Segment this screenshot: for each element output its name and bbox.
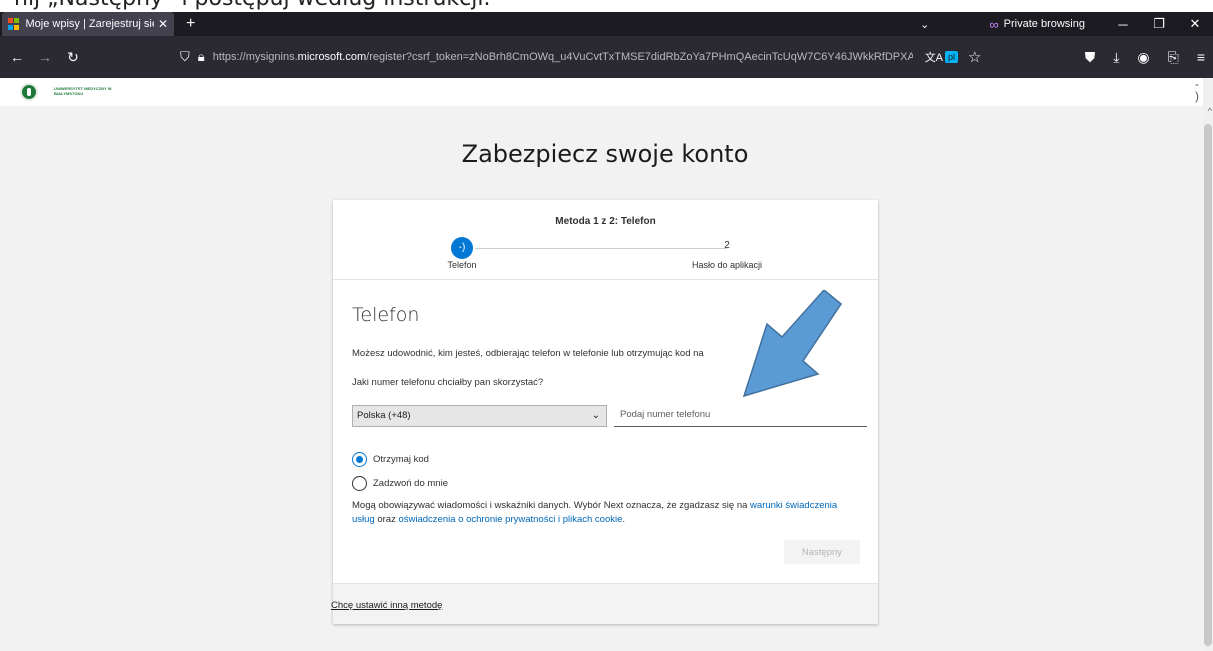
registration-card: Metoda 1 z 2: Telefon -) Telefon 2 Hasło…	[331, 200, 878, 624]
back-icon[interactable]: ←	[6, 49, 28, 65]
radio-button[interactable]	[352, 476, 367, 491]
private-label: Private browsing	[1003, 18, 1085, 30]
method-label: Metoda 1 z 2: Telefon	[555, 216, 656, 227]
radio-label: Zadzwoń do mnie	[373, 478, 448, 489]
restore-icon[interactable]: ❐	[1141, 16, 1177, 32]
side-glyph: -)	[1195, 77, 1199, 103]
card-footer: Chcę ustawić inną metodę	[331, 583, 878, 624]
browser-navbar: ← → ↻ ⛉ 🔒︎ https://mysignins.microsoft.c…	[0, 36, 1213, 78]
step-1-indicator: -)	[451, 237, 473, 259]
step-2-label: Hasło do aplikacji	[691, 260, 763, 270]
translate-icon[interactable]: 文A pl	[925, 49, 959, 65]
private-browsing-indicator: ∞ Private browsing	[989, 17, 1085, 32]
chevron-down-icon[interactable]: ⌄	[920, 18, 929, 31]
browser-tabbar: Moje wpisy | Zarejestruj się | Mi ✕ + ⌄ …	[0, 12, 1213, 36]
next-button[interactable]: Następny	[784, 540, 860, 564]
org-name: UNIWERSYTET MEDYCZNY W BIAŁYMSTOKU	[54, 86, 112, 96]
microsoft-logo-icon	[8, 18, 20, 30]
pocket-icon[interactable]: ⛊	[1085, 49, 1096, 66]
scroll-thumb[interactable]	[1204, 124, 1212, 646]
url-bar[interactable]: ⛉ 🔒︎ https://mysignins.microsoft.com/reg…	[180, 44, 985, 70]
bookmark-star-icon[interactable]: ☆	[968, 48, 981, 66]
toolbar-icons: ⛊ ⤓ ◉ ⎘ ≡	[1067, 36, 1205, 78]
step-2-indicator: 2	[724, 240, 730, 251]
menu-icon[interactable]: ≡	[1197, 49, 1205, 65]
radio-receive-code[interactable]: Otrzymaj kod	[352, 452, 429, 467]
step-1-label: Telefon	[447, 260, 477, 270]
privacy-statement-link[interactable]: oświadczenia o ochronie prywatności i pl…	[398, 514, 622, 525]
radio-label: Otrzymaj kod	[373, 454, 429, 465]
page-content: UNIWERSYTET MEDYCZNY W BIAŁYMSTOKU -) ^ …	[0, 78, 1213, 651]
tab-title: Moje wpisy | Zarejestruj się | Mi	[25, 18, 154, 30]
caption-strip: nij „Następny” i postępuj według instruk…	[0, 0, 1213, 12]
description: Możesz udowodnić, kim jesteś, odbierając…	[352, 348, 704, 359]
scroll-up-icon[interactable]: ^	[1208, 106, 1212, 116]
annotation-arrow-icon	[742, 290, 843, 398]
private-mask-icon: ∞	[989, 16, 999, 32]
country-value: Polska (+48)	[357, 410, 411, 421]
translate-lang-badge: pl	[945, 51, 959, 63]
lock-icon[interactable]: 🔒︎	[198, 49, 205, 65]
section-title: Telefon	[352, 304, 420, 326]
org-header: UNIWERSYTET MEDYCZNY W BIAŁYMSTOKU	[0, 78, 1203, 106]
chevron-down-icon: ⌄	[591, 410, 600, 421]
other-method-link[interactable]: Chcę ustawić inną metodę	[331, 600, 442, 611]
page-title: Zabezpiecz swoje konto	[461, 140, 749, 168]
download-icon[interactable]: ⤓	[1113, 49, 1119, 66]
tabbar-controls: ⌄ ∞ Private browsing ─ ❐ ✕	[920, 12, 1213, 36]
caption-fragment: nij „Następny” i postępuj według instruk…	[14, 0, 490, 11]
account-icon[interactable]: ◉	[1137, 49, 1149, 66]
radio-button-checked[interactable]	[352, 452, 367, 467]
window-close-icon[interactable]: ✕	[1177, 16, 1213, 32]
browser-tab[interactable]: Moje wpisy | Zarejestruj się | Mi ✕	[2, 12, 174, 36]
step-connector	[475, 248, 727, 249]
url-text[interactable]: https://mysignins.microsoft.com/register…	[213, 51, 913, 63]
arrow-shape	[742, 290, 843, 398]
phone-question: Jaki numer telefonu chciałby pan skorzys…	[352, 377, 544, 388]
extensions-icon[interactable]: ⎘	[1168, 49, 1179, 66]
shield-icon[interactable]: ⛉	[180, 49, 190, 65]
close-icon[interactable]: ✕	[158, 17, 168, 31]
reload-icon[interactable]: ↻	[62, 49, 84, 66]
country-select[interactable]: Polska (+48) ⌄	[352, 405, 607, 427]
new-tab-icon[interactable]: +	[186, 15, 195, 33]
progress-header: Metoda 1 z 2: Telefon -) Telefon 2 Hasło…	[333, 200, 878, 280]
minimize-icon[interactable]: ─	[1105, 17, 1141, 32]
radio-call-me[interactable]: Zadzwoń do mnie	[352, 476, 448, 491]
university-logo-icon	[20, 83, 38, 101]
terms-text: Mogą obowiązywać wiadomości i wskaźniki …	[352, 500, 838, 525]
forward-icon[interactable]: →	[34, 49, 56, 65]
